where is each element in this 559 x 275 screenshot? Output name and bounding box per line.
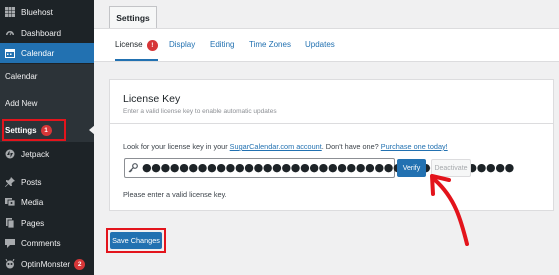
account-link[interactable]: SugarCalendar.com account xyxy=(230,142,322,151)
purchase-link[interactable]: Purchase one today! xyxy=(381,142,448,151)
license-status-message: Please enter a valid license key. xyxy=(123,190,227,199)
help-text-middle: . Don't have one? xyxy=(321,142,381,151)
save-changes-button[interactable]: Save Changes xyxy=(110,232,162,249)
sidebar-item-label: Media xyxy=(21,197,44,207)
license-help-text: Look for your license key in your SugarC… xyxy=(123,142,448,151)
sidebar-item-jetpack[interactable]: Jetpack xyxy=(0,144,94,164)
sidebar-item-pages[interactable]: Pages xyxy=(0,213,94,233)
sidebar-item-label: Comments xyxy=(21,238,61,248)
tab-label: License xyxy=(115,40,143,49)
update-badge: 2 xyxy=(74,258,86,270)
settings-highlight xyxy=(2,119,66,141)
tab-time-zones[interactable]: Time Zones xyxy=(249,40,291,61)
sidebar-item-label: Calendar xyxy=(21,48,55,58)
tab-display[interactable]: Display xyxy=(169,40,195,61)
sidebar-item-label: Pages xyxy=(21,218,45,228)
license-card: License Key Enter a valid license key to… xyxy=(109,79,554,211)
page-title-tab[interactable]: Settings xyxy=(109,6,157,28)
sidebar-item-label: Posts xyxy=(21,177,42,187)
sidebar-item-posts[interactable]: Posts xyxy=(0,172,94,192)
sidebar-item-comments[interactable]: Comments xyxy=(0,233,94,253)
comments-icon xyxy=(5,238,15,248)
key-icon xyxy=(128,163,138,173)
media-icon xyxy=(5,197,16,207)
sidebar-item-label: Bluehost xyxy=(21,7,53,17)
jetpack-icon xyxy=(5,149,15,159)
sidebar-item-label: Jetpack xyxy=(21,149,50,159)
sidebar-item-dashboard[interactable]: Dashboard xyxy=(0,23,94,43)
card-header: License Key Enter a valid license key to… xyxy=(110,80,553,124)
sidebar-item-bluehost[interactable]: Bluehost xyxy=(0,2,94,22)
alert-badge: ! xyxy=(146,40,158,51)
calendar-icon xyxy=(5,48,15,58)
dashboard-icon xyxy=(5,28,15,38)
sidebar-item-label: OptinMonster xyxy=(21,259,71,269)
tab-editing[interactable]: Editing xyxy=(210,40,234,61)
license-key-input[interactable]: ●●●●●●●●●●●●●●●●●●●●●●●●●●●●●●●●●●●●●●●● xyxy=(124,158,514,178)
tab-license[interactable]: License ! xyxy=(115,40,158,61)
sidebar-item-label: Dashboard xyxy=(21,28,62,38)
sidebar-item-media[interactable]: Media xyxy=(0,192,94,212)
pushpin-icon xyxy=(5,177,15,187)
submenu-item-add-new[interactable]: Add New xyxy=(0,93,94,113)
submenu-item-calendar[interactable]: Calendar xyxy=(0,66,94,86)
sidebar-item-calendar[interactable]: Calendar xyxy=(0,43,94,63)
card-title: License Key xyxy=(123,93,181,105)
bluehost-icon xyxy=(5,7,15,17)
tab-updates[interactable]: Updates xyxy=(305,40,335,61)
annotation-arrow-icon xyxy=(430,174,469,246)
sidebar-item-optinmonster[interactable]: OptinMonster 2 xyxy=(0,254,94,274)
optinmonster-icon xyxy=(5,258,15,269)
help-text-prefix: Look for your license key in your xyxy=(123,142,230,151)
card-description: Enter a valid license key to enable auto… xyxy=(123,108,277,115)
pages-icon xyxy=(5,218,15,229)
current-page-arrow xyxy=(89,125,95,135)
